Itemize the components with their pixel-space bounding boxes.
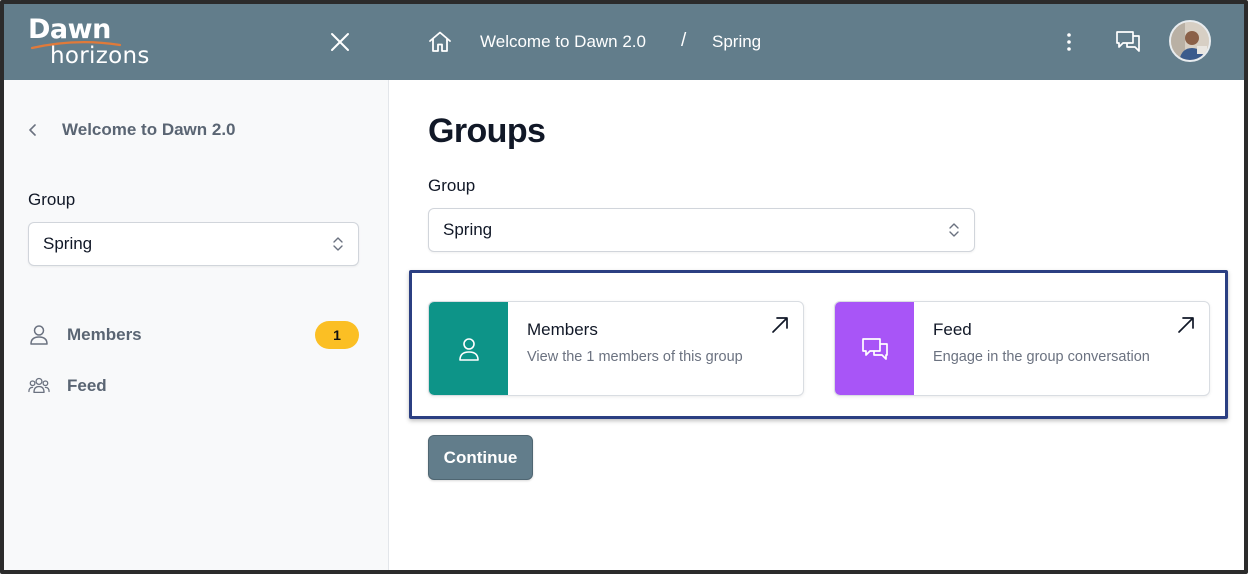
group-select-value: Spring: [443, 220, 493, 239]
members-card-icon-box: [429, 302, 508, 395]
group-select[interactable]: Spring: [428, 208, 975, 252]
chat-icon: [861, 337, 888, 360]
chat-icon[interactable]: [1114, 28, 1142, 56]
user-icon: [28, 324, 50, 346]
arrow-up-right-icon: [772, 317, 788, 333]
sidebar-item-members[interactable]: Members 1: [28, 320, 359, 350]
feed-card[interactable]: Feed Engage in the group conversation: [834, 301, 1210, 396]
members-card[interactable]: Members View the 1 members of this group: [428, 301, 804, 396]
sidebar: Dawn horizons Welcome to Dawn 2.0 Group …: [4, 4, 389, 570]
dawn-horizons-logo[interactable]: Dawn horizons: [28, 12, 168, 72]
chevron-left-icon: [29, 124, 36, 136]
back-link-label: Welcome to Dawn 2.0: [62, 120, 236, 139]
app-window: Dawn horizons Welcome to Dawn 2.0 Group …: [0, 0, 1248, 574]
breadcrumb-separator: /: [681, 30, 687, 51]
sidebar-item-feed-label: Feed: [67, 376, 107, 395]
group-label: Group: [428, 176, 476, 195]
logo-horizons-text: horizons: [50, 43, 150, 69]
close-icon: [331, 33, 349, 51]
top-bar: Welcome to Dawn 2.0 / Spring: [389, 4, 1244, 80]
breadcrumb-group: Spring: [712, 32, 762, 51]
members-card-description: View the 1 members of this group: [527, 349, 743, 365]
chevron-up-down-icon: [333, 237, 343, 251]
members-card-title: Members: [527, 320, 598, 339]
sidebar-item-feed[interactable]: Feed: [28, 371, 359, 401]
close-sidebar-button[interactable]: [326, 28, 354, 56]
sidebar-group-label: Group: [28, 190, 76, 209]
sidebar-group-select[interactable]: Spring: [28, 222, 359, 266]
feed-card-description: Engage in the group conversation: [933, 349, 1150, 365]
sidebar-header: Dawn horizons: [4, 4, 389, 80]
continue-button[interactable]: Continue: [428, 435, 533, 480]
arrow-up-right-icon: [1178, 317, 1194, 333]
members-count-badge: 1: [315, 321, 359, 349]
avatar[interactable]: [1169, 20, 1211, 62]
page-title: Groups: [428, 112, 546, 150]
chevron-up-down-icon: [949, 223, 959, 237]
sidebar-item-members-label: Members: [67, 325, 142, 344]
user-icon: [458, 337, 479, 361]
breadcrumb-course[interactable]: Welcome to Dawn 2.0: [480, 32, 646, 52]
feed-card-icon-box: [835, 302, 914, 395]
home-icon[interactable]: [427, 29, 453, 55]
people-icon: [28, 375, 50, 397]
feed-card-title: Feed: [933, 320, 972, 339]
more-vertical-icon[interactable]: [1056, 28, 1082, 56]
sidebar-group-select-value: Spring: [43, 234, 93, 253]
back-link[interactable]: Welcome to Dawn 2.0: [26, 116, 236, 144]
